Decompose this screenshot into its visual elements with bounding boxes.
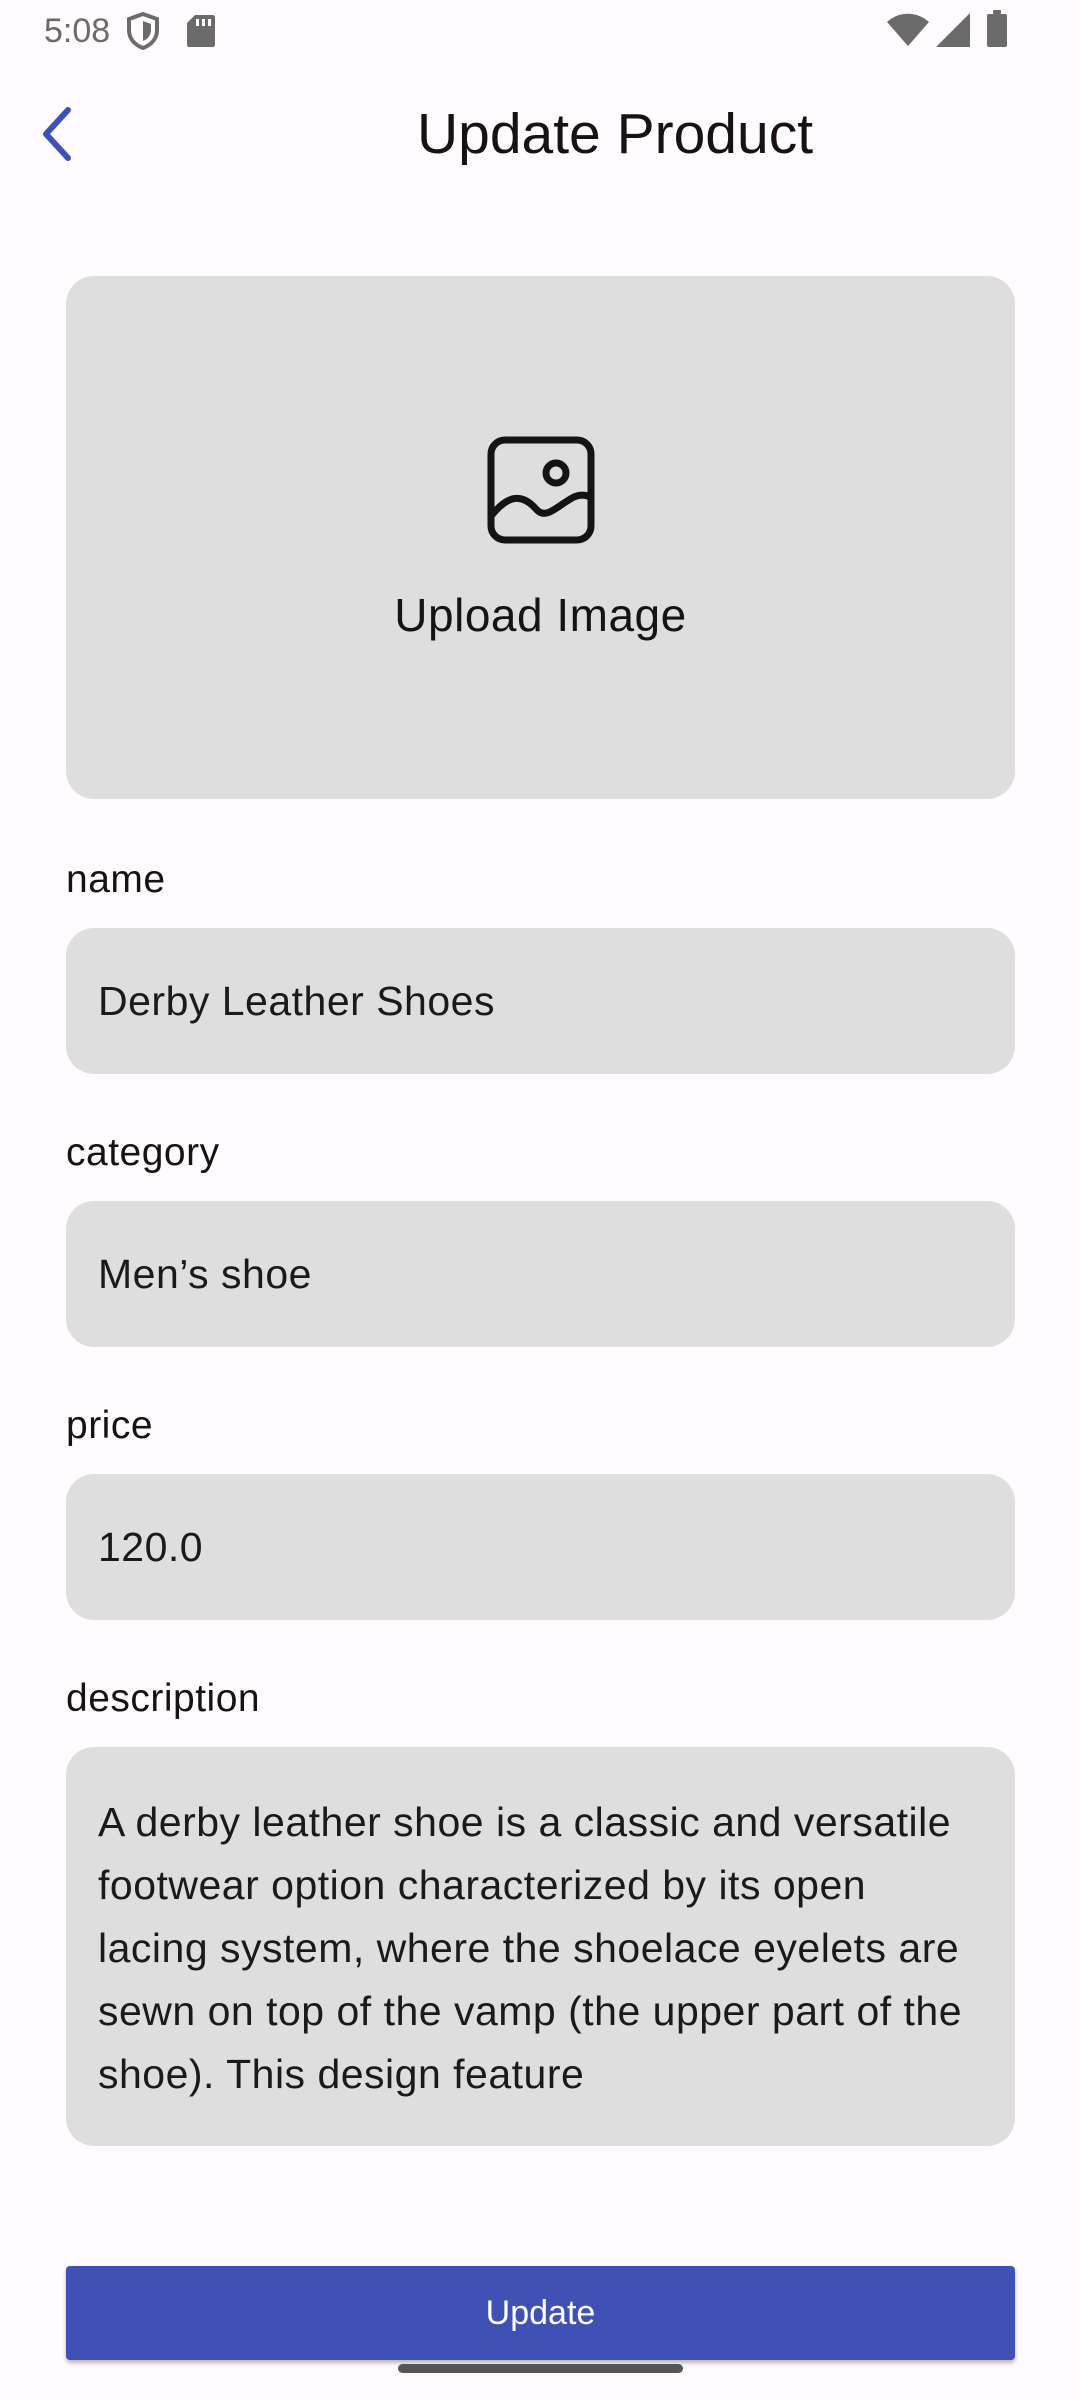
category-field[interactable]: Men’s shoe (66, 1201, 1015, 1347)
status-time: 5:08 (44, 12, 111, 50)
description-label: description (66, 1677, 261, 1720)
category-field-value: Men’s shoe (98, 1250, 312, 1297)
image-upload-area[interactable]: Upload Image (66, 276, 1015, 799)
name-field[interactable]: Derby Leather Shoes (66, 928, 1015, 1074)
image-icon (486, 435, 596, 550)
description-field[interactable]: A derby leather shoe is a classic and ve… (66, 1747, 1015, 2146)
price-field[interactable]: 120.0 (66, 1474, 1015, 1620)
battery-icon (986, 10, 1008, 53)
category-label: category (66, 1131, 220, 1174)
home-indicator[interactable] (398, 2364, 683, 2373)
shield-icon (126, 11, 160, 55)
description-field-value: A derby leather shoe is a classic and ve… (98, 1799, 963, 2097)
upload-image-label: Upload Image (394, 589, 687, 641)
status-bar: 5:08 (0, 0, 1080, 62)
name-field-value: Derby Leather Shoes (98, 977, 495, 1024)
price-field-value: 120.0 (98, 1523, 204, 1570)
price-label: price (66, 1404, 154, 1447)
wifi-icon (886, 12, 930, 53)
update-button[interactable]: Update (66, 2266, 1015, 2360)
name-label: name (66, 858, 166, 901)
page-title: Update Product (416, 102, 814, 166)
cellular-signal-icon (935, 12, 971, 53)
sd-card-icon (186, 14, 216, 53)
update-button-label: Update (485, 2293, 596, 2332)
